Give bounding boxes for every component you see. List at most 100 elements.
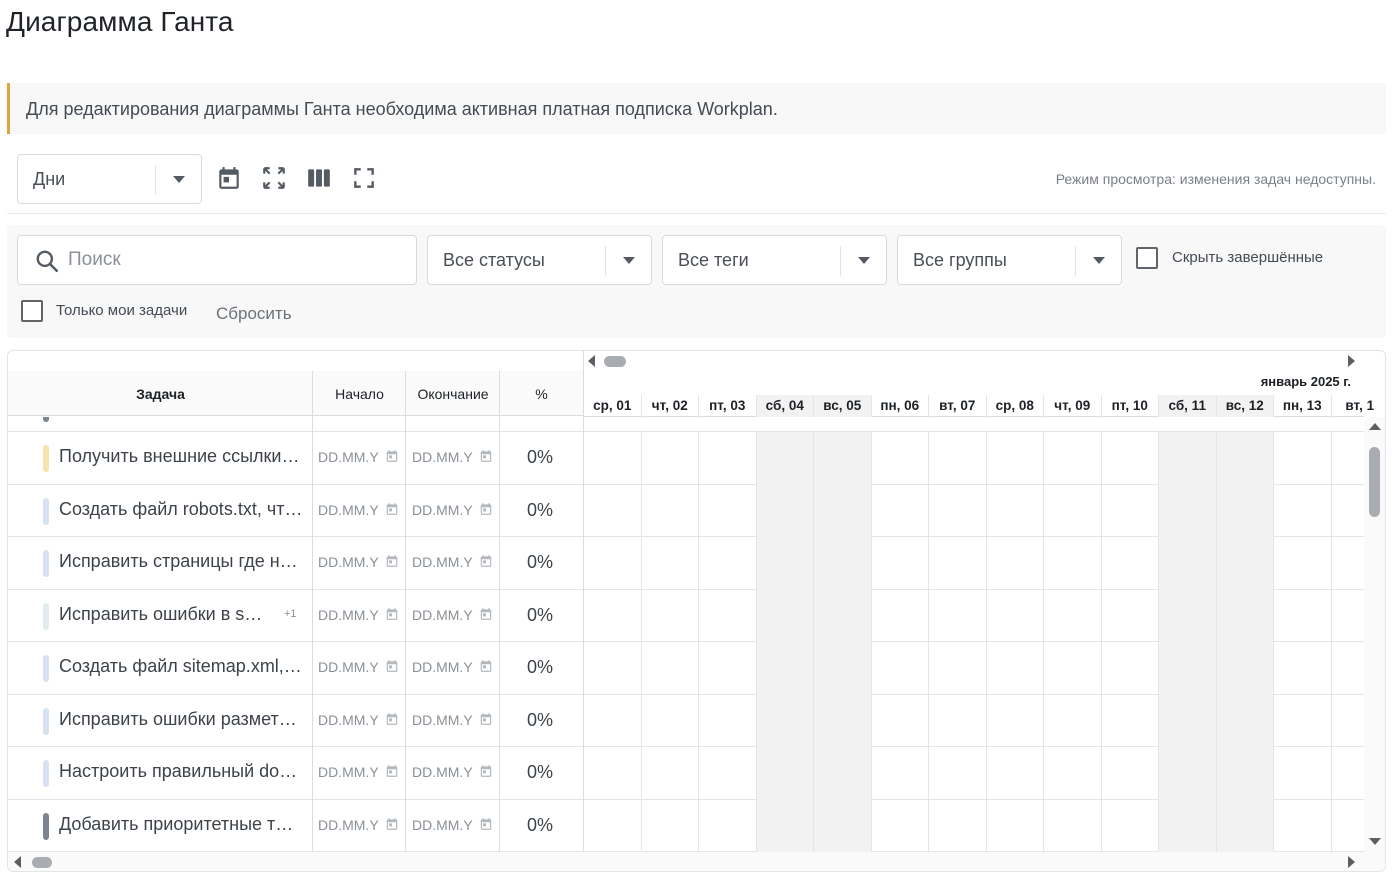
timeline-cell[interactable]	[1100, 747, 1159, 800]
timeline-cell[interactable]	[755, 432, 813, 485]
timeline-cell[interactable]	[985, 642, 1044, 695]
timeline-cell[interactable]	[985, 432, 1044, 485]
timeline-cell[interactable]	[985, 694, 1044, 747]
timeline-cell[interactable]	[1158, 799, 1216, 852]
table-row[interactable]: Исправить ошибки размет… DD.MM.Y DD.MM.Y 0%	[8, 694, 1365, 747]
end-date-input[interactable]: DD.MM.Y	[412, 502, 473, 518]
calendar-icon[interactable]	[385, 712, 399, 726]
timeline-cell[interactable]	[698, 747, 756, 800]
calendar-icon[interactable]	[479, 712, 493, 726]
table-row[interactable]: Создать файл robots.txt, чт… DD.MM.Y DD.MM…	[8, 484, 1364, 537]
timeline-cell[interactable]	[1273, 694, 1331, 747]
timeline-cell[interactable]	[870, 799, 929, 852]
timeline-cell[interactable]	[1273, 537, 1331, 590]
timeline-cell[interactable]	[583, 642, 641, 695]
timeline-cell[interactable]	[1100, 484, 1159, 537]
timeline-cell[interactable]	[755, 484, 813, 537]
timeline-cell[interactable]	[928, 432, 986, 485]
horizontal-scrollbar[interactable]	[8, 852, 1385, 871]
timeline-cell[interactable]	[870, 589, 929, 642]
timeline-cell[interactable]	[1043, 799, 1101, 852]
timeline-cell[interactable]	[583, 589, 641, 642]
timeline-cell[interactable]	[813, 747, 871, 800]
table-row[interactable]: Исправить страницы где н… DD.MM.Y DD.MM.Y 0…	[8, 537, 1364, 590]
timeline-cell[interactable]	[1043, 642, 1101, 695]
timeline-cell[interactable]	[583, 484, 641, 537]
timeline-top-scrollbar[interactable]	[584, 351, 1374, 371]
timeline-cell[interactable]	[1330, 537, 1365, 590]
timeline-cell[interactable]	[1273, 589, 1331, 642]
task-name[interactable]: Исправить ошибки в s…	[59, 604, 307, 625]
scroll-right-icon[interactable]	[1348, 355, 1355, 367]
timeline-cell[interactable]	[1273, 432, 1331, 485]
timeline-cell[interactable]	[1100, 432, 1159, 485]
timeline-cell[interactable]	[1215, 694, 1273, 747]
calendar-icon[interactable]	[385, 817, 399, 831]
timeline-cell[interactable]	[1330, 799, 1365, 852]
timeline-cell[interactable]	[813, 589, 871, 642]
calendar-icon[interactable]	[479, 817, 493, 831]
scroll-up-icon[interactable]	[1369, 423, 1381, 430]
timeline-cell[interactable]	[1158, 694, 1216, 747]
end-date-input[interactable]: DD.MM.Y	[412, 449, 473, 465]
timeline-cell[interactable]	[698, 694, 756, 747]
column-header-start[interactable]: Начало	[313, 371, 406, 416]
search-input[interactable]	[68, 246, 398, 274]
status-filter-select[interactable]: Все статусы	[427, 235, 652, 285]
calendar-icon[interactable]	[385, 659, 399, 673]
timeline-cell[interactable]	[640, 747, 699, 800]
timeline-cell[interactable]	[1215, 484, 1273, 537]
start-date-input[interactable]: DD.MM.Y	[318, 764, 379, 780]
scrollbar-thumb[interactable]	[32, 857, 52, 868]
timeline-cell[interactable]	[813, 642, 871, 695]
start-date-input[interactable]: DD.MM.Y	[318, 554, 379, 570]
scrollbar-thumb[interactable]	[1369, 447, 1380, 517]
task-name[interactable]: Исправить страницы где н…	[59, 551, 307, 572]
timeline-cell[interactable]	[1273, 642, 1331, 695]
table-row[interactable]: Настроить правильный do… DD.MM.Y DD.MM.Y 0%	[8, 747, 1364, 800]
timeline-cell[interactable]	[1043, 589, 1101, 642]
timeline-cell[interactable]	[870, 432, 929, 485]
fullscreen-icon[interactable]	[351, 165, 377, 191]
scroll-right-icon[interactable]	[1348, 856, 1355, 868]
timeline-cell[interactable]	[1043, 484, 1101, 537]
timeline-cell[interactable]	[1330, 432, 1365, 485]
end-date-input[interactable]: DD.MM.Y	[412, 607, 473, 623]
timeline-cell[interactable]	[640, 537, 699, 590]
table-row[interactable]: Создать файл sitemap.xml,… DD.MM.Y DD.MM.Y…	[8, 642, 1364, 695]
vertical-scrollbar[interactable]	[1364, 417, 1385, 852]
tags-filter-select[interactable]: Все теги	[662, 235, 887, 285]
timeline-cell[interactable]	[1215, 747, 1273, 800]
timeline-cell[interactable]	[1215, 589, 1273, 642]
timeline-cell[interactable]	[698, 589, 756, 642]
timeline-cell[interactable]	[928, 799, 986, 852]
timeline-cell[interactable]	[755, 747, 813, 800]
timeline-cell[interactable]	[640, 799, 699, 852]
timeline-cell[interactable]	[870, 747, 929, 800]
timeline-cell[interactable]	[1330, 694, 1365, 747]
reset-filters-button[interactable]: Сбросить	[216, 304, 292, 324]
task-name[interactable]: Настроить правильный do…	[59, 761, 307, 782]
start-date-input[interactable]: DD.MM.Y	[318, 712, 379, 728]
calendar-icon[interactable]	[479, 502, 493, 516]
timeline-cell[interactable]	[640, 589, 699, 642]
timeline-cell[interactable]	[698, 642, 756, 695]
timeline-cell[interactable]	[1100, 642, 1159, 695]
column-header-percent[interactable]: %	[500, 371, 583, 416]
timeline-cell[interactable]	[813, 484, 871, 537]
timeline-cell[interactable]	[583, 799, 641, 852]
timeline-cell[interactable]	[1273, 799, 1331, 852]
timeline-cell[interactable]	[1043, 537, 1101, 590]
view-scale-select[interactable]: Дни	[17, 154, 202, 204]
timeline-cell[interactable]	[755, 537, 813, 590]
timeline-cell[interactable]	[870, 537, 929, 590]
table-row[interactable]: Добавить приоритетные т… DD.MM.Y DD.MM.Y 0%	[8, 799, 1365, 852]
timeline-cell[interactable]	[928, 747, 986, 800]
timeline-cell[interactable]	[1158, 537, 1216, 590]
timeline-cell[interactable]	[755, 694, 813, 747]
timeline-cell[interactable]	[928, 537, 986, 590]
timeline-cell[interactable]	[985, 799, 1044, 852]
timeline-cell[interactable]	[928, 589, 986, 642]
calendar-icon[interactable]	[479, 607, 493, 621]
calendar-icon[interactable]	[385, 502, 399, 516]
